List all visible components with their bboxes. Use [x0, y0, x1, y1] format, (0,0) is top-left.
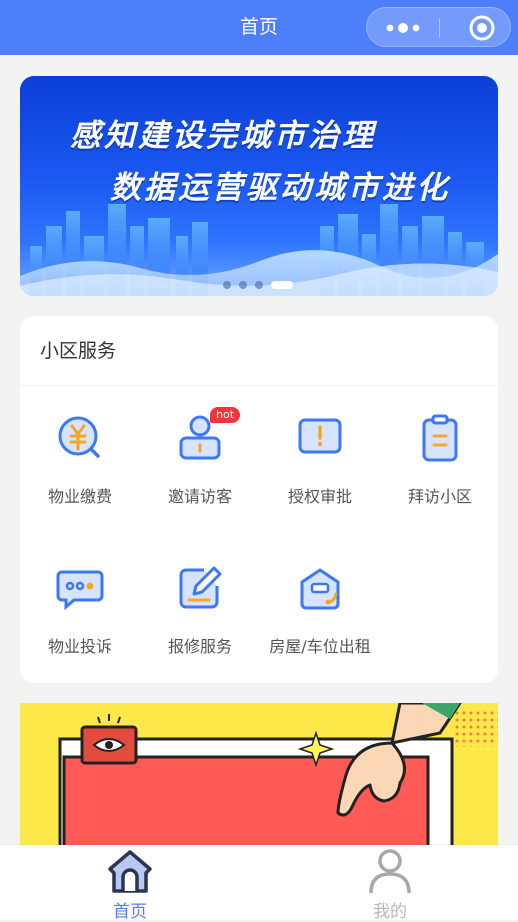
- service-label: 房屋/车位出租: [269, 637, 371, 656]
- close-mini-program-icon[interactable]: [467, 13, 497, 43]
- house-rent-icon: [300, 568, 340, 610]
- carousel-indicators: [223, 281, 293, 289]
- carousel-dot[interactable]: [239, 281, 247, 289]
- carousel-dot[interactable]: [223, 281, 231, 289]
- service-label: 拜访小区: [407, 487, 472, 506]
- carousel-dot-active[interactable]: [271, 281, 293, 289]
- approval-icon: [298, 418, 342, 454]
- service-authorize-approval[interactable]: 授权审批: [260, 388, 380, 508]
- service-visit-community[interactable]: 拜访小区: [380, 388, 500, 508]
- service-label: 授权审批: [287, 487, 352, 506]
- service-label: 报修服务: [167, 637, 232, 656]
- section-title: 小区服务: [40, 340, 117, 362]
- home-icon: [108, 850, 152, 893]
- top-nav-bar: 首页: [0, 0, 518, 55]
- tab-label: 首页: [113, 902, 147, 922]
- service-repair[interactable]: 报修服务: [140, 538, 260, 658]
- hot-badge: hot: [210, 407, 241, 423]
- capsule-divider: [439, 18, 440, 38]
- promo-illustration: [20, 703, 498, 853]
- service-label: 物业缴费: [47, 487, 112, 506]
- service-invite-visitor[interactable]: hot 邀请访客: [140, 388, 260, 508]
- banner-headline-2: 数据运营驱动城市进化: [110, 170, 450, 206]
- clipboard-icon: [422, 414, 458, 462]
- chat-icon: [56, 570, 104, 611]
- service-property-fee[interactable]: 物业缴费: [20, 388, 140, 508]
- yuan-coin-icon: [58, 416, 100, 458]
- banner-headline-1: 感知建设完城市治理: [70, 118, 376, 154]
- promo-banner[interactable]: [20, 703, 498, 853]
- tab-home[interactable]: 首页: [70, 845, 190, 922]
- service-property-complaint[interactable]: 物业投诉: [20, 538, 140, 658]
- tab-label: 我的: [373, 902, 407, 922]
- mini-program-capsule: [366, 7, 511, 47]
- more-options-icon[interactable]: [381, 19, 425, 37]
- section-divider: [20, 385, 498, 386]
- service-house-parking-rent[interactable]: 房屋/车位出租: [260, 538, 380, 658]
- user-icon: [369, 849, 411, 894]
- service-label: 邀请访客: [167, 487, 232, 506]
- carousel-dot[interactable]: [255, 281, 263, 289]
- edit-icon: [179, 566, 222, 609]
- banner-carousel[interactable]: 感知建设完城市治理 数据运营驱动城市进化: [20, 76, 498, 296]
- community-services-card: 小区服务 物业缴费 hot 邀请访客 授权审批 拜访小区 物业投诉 报修服务 房…: [20, 316, 498, 683]
- bottom-tab-bar: 首页 我的: [0, 845, 518, 922]
- service-label: 物业投诉: [47, 637, 112, 656]
- tab-mine[interactable]: 我的: [330, 845, 450, 922]
